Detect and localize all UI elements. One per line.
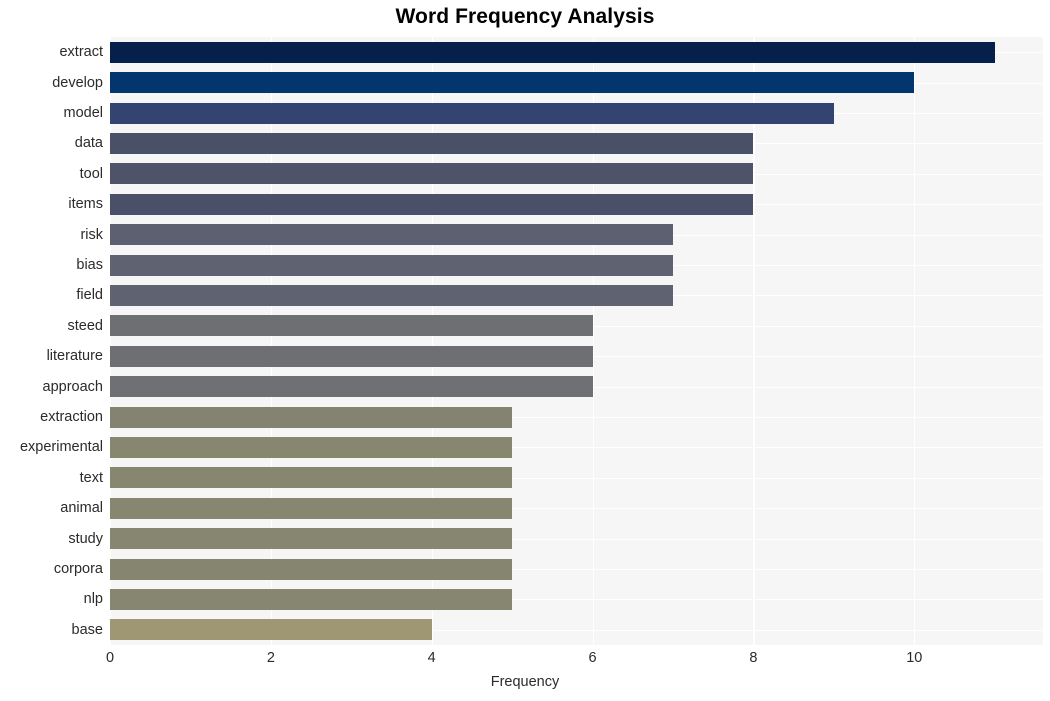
bar — [110, 528, 513, 550]
y-tick-label: base — [71, 621, 103, 638]
bar — [110, 619, 432, 641]
bar — [110, 72, 915, 94]
y-tick-label: nlp — [83, 591, 103, 608]
y-axis-tick-labels: extract develop model data tool items risk bias… — [0, 37, 103, 645]
bar — [110, 588, 513, 610]
y-tick-label: items — [68, 196, 103, 213]
y-tick-label: data — [74, 135, 103, 152]
y-tick-label: animal — [60, 500, 103, 517]
x-tick-label: 8 — [749, 650, 758, 666]
bar — [110, 376, 593, 398]
bar — [110, 436, 513, 458]
bar — [110, 224, 674, 246]
x-axis-tick-labels: 0 2 4 6 8 10 — [0, 650, 1050, 672]
y-tick-label: model — [63, 105, 104, 121]
y-tick-label: steed — [67, 317, 103, 334]
y-tick-label: study — [68, 530, 103, 547]
bar — [110, 102, 834, 124]
chart-title: Word Frequency Analysis — [395, 5, 655, 28]
bar — [110, 406, 513, 428]
y-tick-label: field — [76, 287, 103, 304]
bar — [110, 467, 513, 489]
bar — [110, 315, 593, 337]
y-tick-label: text — [79, 469, 103, 486]
bar — [110, 41, 995, 63]
y-tick-label: extract — [59, 44, 103, 61]
x-axis-title: Frequency — [490, 674, 560, 690]
x-tick-label: 10 — [906, 650, 923, 666]
y-tick-label: extraction — [40, 409, 103, 425]
bar — [110, 345, 593, 367]
y-tick-label: corpora — [53, 561, 103, 577]
y-tick-label: develop — [52, 74, 103, 91]
y-tick-label: tool — [79, 165, 103, 182]
x-tick-label: 2 — [266, 650, 275, 666]
x-tick-label: 4 — [427, 650, 436, 666]
y-tick-label: risk — [80, 226, 103, 243]
y-tick-label: literature — [46, 348, 103, 365]
x-tick-label: 0 — [105, 650, 115, 666]
x-tick-label: 6 — [588, 650, 597, 666]
bar — [110, 132, 754, 154]
bar — [110, 163, 754, 185]
y-tick-label: experimental — [19, 439, 103, 456]
bar — [110, 497, 513, 519]
y-tick-label: bias — [76, 257, 103, 273]
bar-series — [110, 37, 1043, 645]
bar — [110, 254, 674, 276]
bar — [110, 193, 754, 215]
word-frequency-chart: Word Frequency Analysis extract develop mo… — [0, 0, 1050, 701]
bar — [110, 284, 674, 306]
plot-area — [110, 37, 1043, 645]
bar — [110, 558, 513, 580]
y-tick-label: approach — [42, 378, 103, 395]
